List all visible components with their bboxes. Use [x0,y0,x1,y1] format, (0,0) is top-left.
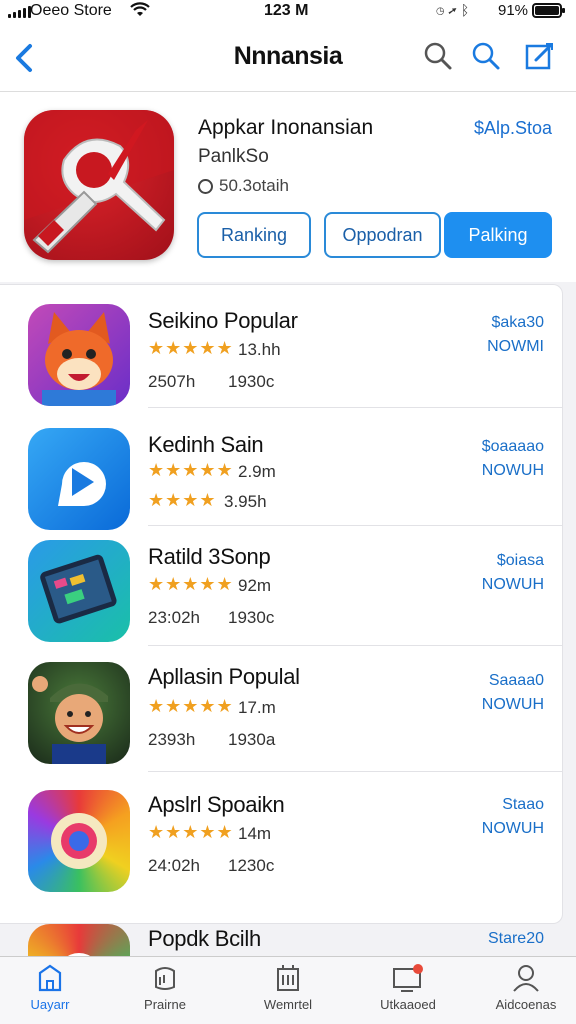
ranking-button[interactable]: Ranking [197,212,311,258]
navigation-bar: Nnnansia [0,24,576,92]
carrier-label: Oeeo Store [30,2,112,19]
boy-app-icon [28,662,130,764]
list-item[interactable]: Popdk Bcilh Stare20 [0,914,576,956]
rating-count: 2.9m [238,462,276,481]
location-icon: ➚ [448,2,461,18]
featured-app-subtitle: PanlkSo [198,146,269,167]
app-meta: 24:02h [148,856,200,875]
app-price[interactable]: $oaaaao [482,438,544,456]
list-item[interactable]: Kedinh Sain ★★★★★ 2.9m ★★★★ 3.95h $oaaaa… [0,408,576,530]
star-rating: ★★★★★ [148,574,234,594]
app-meta: 1930c [228,608,275,627]
get-button[interactable]: NOWUH [482,462,544,480]
tab-today[interactable]: Uayarr [0,963,100,1012]
battery-percent: 91% [498,2,529,19]
get-button[interactable]: NOWUH [482,820,544,838]
updates-icon [393,964,423,992]
tab-account[interactable]: Aidcoenas [476,963,576,1012]
signal-icon [8,6,31,18]
app-meta: 3.95h [224,492,267,511]
app-name: Ratild 3Sonp [148,544,271,569]
get-button[interactable]: NOWUH [482,576,544,594]
list-item[interactable]: Apllasin Populal ★★★★★ 17.m 2393h 1930a … [0,646,576,772]
green-app-icon [28,924,130,956]
search-icon[interactable] [470,40,502,72]
today-icon [38,964,62,992]
palking-button[interactable]: Palking [444,212,552,258]
tools-app-icon[interactable] [24,110,174,260]
colorful-app-icon [28,790,130,892]
list-item[interactable]: Seikino Popular ★★★★★ 13.hh 2507h 1930c … [0,284,576,408]
battery-icon [532,3,565,18]
tab-bar: Uayarr Prairne Wemrtel Utkaaoed Aidcoena… [0,956,576,1024]
status-bar: Oeeo Store 123 M ◷➚ᛒ 91% [0,0,576,24]
wifi-icon [130,2,150,22]
app-meta: 2507h [148,372,196,391]
bluetooth-icon: ᛒ [460,2,474,18]
rating-count: 13.hh [238,340,281,359]
app-meta: 1930a [228,730,276,749]
tab-label: Prairne [144,997,186,1012]
tab-label: Wemrtel [263,997,313,1012]
tab-apps[interactable]: Wemrtel [238,963,338,1012]
play-app-icon [28,428,130,530]
featured-app-name: Appkar Inonansian [198,116,374,139]
app-name: Apllasin Populal [148,664,300,689]
featured-app-header: Appkar Inonansian PanlkSo 50.3otaih $Alp… [0,92,576,282]
list-item[interactable]: Ratild 3Sonp ★★★★★ 92m 23:02h 1930c $oia… [0,526,576,646]
app-name: Seikino Popular [148,308,298,333]
clock-icon [198,178,213,194]
app-price[interactable]: Saaaa0 [489,672,544,690]
app-meta: 1930c [228,372,275,391]
app-meta: 2393h [148,730,196,749]
app-meta: 1230c [228,856,275,875]
tab-games[interactable]: Prairne [115,963,215,1012]
oppodran-button[interactable]: Oppodran [324,212,441,258]
tab-label: Aidcoenas [495,997,557,1012]
app-price[interactable]: Staao [502,796,544,814]
list-item[interactable]: Apslrl Spoaikn ★★★★★ 14m 24:02h 1230c St… [0,772,576,902]
app-name: Apslrl Spoaikn [148,792,285,817]
fox-app-icon [28,304,130,406]
star-rating: ★★★★★ [148,338,234,358]
app-price[interactable]: $aka30 [492,314,545,332]
get-button[interactable]: NOWUH [482,696,544,714]
get-button[interactable]: NOWMI [487,338,544,356]
rating-count: 92m [238,576,272,595]
star-rating: ★★★★★ [148,822,234,842]
clock-time: 123 M [264,2,309,19]
alarm-icon: ◷ [436,2,449,18]
tablet-app-icon [28,540,130,642]
featured-app-size: 50.3otaih [219,176,289,195]
compose-icon[interactable] [524,40,556,72]
app-price[interactable]: Stare20 [488,930,544,948]
tab-updates[interactable]: Utkaaoed [358,963,458,1012]
app-name: Popdk Bcilh [148,926,261,951]
tab-label: Utkaaoed [380,997,436,1012]
games-icon [155,967,175,990]
search-icon[interactable] [422,40,454,72]
app-meta: 23:02h [148,608,200,627]
account-icon [513,965,539,992]
app-name: Kedinh Sain [148,432,264,457]
star-rating: ★★★★★ [148,696,234,716]
star-rating: ★★★★★ [148,460,234,480]
rating-count: 14m [238,824,272,843]
rating-count: 17.m [238,698,276,717]
star-rating: ★★★★ [148,490,217,510]
app-list: Seikino Popular ★★★★★ 13.hh 2507h 1930c … [0,284,576,956]
app-price[interactable]: $oiasa [497,552,544,570]
featured-app-price[interactable]: $Alp.Stoa [474,118,552,139]
tab-label: Uayarr [30,997,70,1012]
apps-icon [277,965,299,991]
